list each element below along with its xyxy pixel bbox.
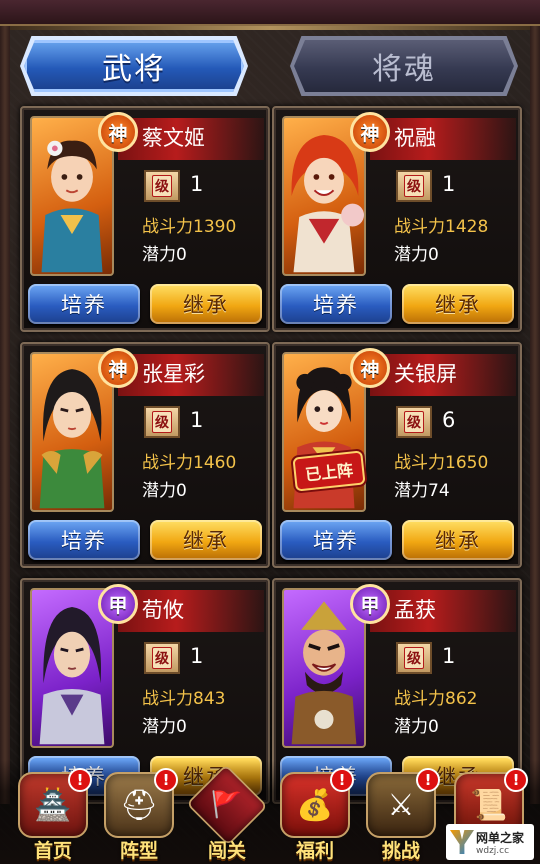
hero-name: 张星彩 — [142, 362, 205, 386]
nav-home[interactable]: 🏯 ! 首页 — [12, 768, 94, 862]
left-rail — [0, 26, 10, 804]
alert-badge: ! — [68, 768, 92, 792]
hero-level: 1 — [190, 172, 204, 196]
nav-label: 挑战 — [381, 840, 420, 862]
hero-name: 祝融 — [394, 126, 436, 150]
hero-name: 孟获 — [394, 598, 436, 622]
inherit-button[interactable]: 继承 — [402, 520, 514, 560]
hero-card[interactable]: 神 蔡文姬 级 1 战斗力1390 潜力0 培养 继承 — [20, 106, 270, 332]
train-button[interactable]: 培养 — [28, 284, 140, 324]
nav-welfare[interactable]: 💰 ! 福利 — [274, 768, 356, 862]
hero-power: 战斗力1460 — [142, 453, 237, 473]
nav-formation[interactable]: ⛑ ! 阵型 — [98, 768, 180, 862]
hero-level: 1 — [442, 172, 456, 196]
right-rail — [530, 26, 540, 804]
alert-badge: ! — [330, 768, 354, 792]
hero-card[interactable]: 神 祝融 级 1 战斗力1428 潜力0 培养 继承 — [272, 106, 522, 332]
inherit-button[interactable]: 继承 — [150, 284, 262, 324]
hero-potential: 潜力0 — [142, 245, 187, 265]
top-frame — [0, 0, 540, 30]
hero-power: 战斗力1650 — [394, 453, 489, 473]
level-icon: 级 — [396, 170, 432, 202]
alert-badge: ! — [504, 768, 528, 792]
hero-card[interactable]: 已上阵 神 关银屏 级 6 战斗力1650 潜力74 培养 继承 — [272, 342, 522, 568]
rank-badge: 甲 — [350, 584, 390, 624]
level-icon: 级 — [396, 642, 432, 674]
rank-badge: 甲 — [98, 584, 138, 624]
inherit-button[interactable]: 继承 — [150, 520, 262, 560]
hero-level: 1 — [190, 644, 204, 668]
hero-power: 战斗力843 — [142, 689, 226, 709]
hero-power: 战斗力1390 — [142, 217, 237, 237]
level-icon-label: 级 — [404, 647, 424, 669]
watermark-url: wdzj.cc — [476, 845, 510, 856]
nav-challenge[interactable]: ⚔ ! 挑战 — [360, 768, 442, 862]
hero-name: 荀攸 — [142, 598, 184, 622]
nav-label: 首页 — [33, 840, 72, 862]
name-banner — [370, 118, 516, 160]
hero-level: 6 — [442, 408, 456, 432]
train-button[interactable]: 培养 — [28, 520, 140, 560]
nav-stage[interactable]: 🚩 闯关 — [186, 764, 268, 862]
hero-card[interactable]: 神 张星彩 级 1 战斗力1460 潜力0 培养 继承 — [20, 342, 270, 568]
hero-power: 战斗力862 — [394, 689, 478, 709]
hero-potential: 潜力0 — [394, 717, 439, 737]
tab-generals[interactable]: 武将 — [24, 40, 244, 92]
watermark-title: 网单之家 — [476, 830, 525, 845]
level-icon: 级 — [144, 642, 180, 674]
hero-name: 蔡文姬 — [142, 126, 205, 150]
level-icon-label: 级 — [152, 175, 172, 197]
hero-level: 1 — [190, 408, 204, 432]
hero-name: 关银屏 — [394, 362, 457, 386]
rank-badge: 神 — [350, 348, 390, 388]
inherit-button[interactable]: 继承 — [402, 284, 514, 324]
level-icon-label: 级 — [152, 411, 172, 433]
hero-power: 战斗力1428 — [394, 217, 489, 237]
rank-badge: 神 — [350, 112, 390, 152]
watermark-logo-icon — [450, 830, 474, 854]
level-icon-label: 级 — [404, 411, 424, 433]
rank-badge: 神 — [98, 348, 138, 388]
train-button[interactable]: 培养 — [280, 284, 392, 324]
level-icon: 级 — [396, 406, 432, 438]
nav-label: 福利 — [295, 840, 334, 862]
level-icon: 级 — [144, 406, 180, 438]
hero-potential: 潜力0 — [394, 245, 439, 265]
hero-potential: 潜力74 — [394, 481, 450, 501]
watermark: 网单之家 wdzj.cc — [446, 824, 534, 860]
hero-potential: 潜力0 — [142, 717, 187, 737]
nav-label: 阵型 — [119, 840, 158, 862]
level-icon: 级 — [144, 170, 180, 202]
hero-potential: 潜力0 — [142, 481, 187, 501]
hero-level: 1 — [442, 644, 456, 668]
name-banner — [370, 590, 516, 632]
battle-flag-icon: 🚩 — [186, 764, 268, 846]
level-icon-label: 级 — [404, 175, 424, 197]
tab-souls[interactable]: 将魂 — [294, 40, 514, 92]
nav-label: 闯关 — [207, 840, 246, 862]
rank-badge: 神 — [98, 112, 138, 152]
level-icon-label: 级 — [152, 647, 172, 669]
train-button[interactable]: 培养 — [280, 520, 392, 560]
alert-badge: ! — [154, 768, 178, 792]
deployed-badge: 已上阵 — [292, 450, 366, 492]
alert-badge: ! — [416, 768, 440, 792]
name-banner — [118, 590, 264, 632]
